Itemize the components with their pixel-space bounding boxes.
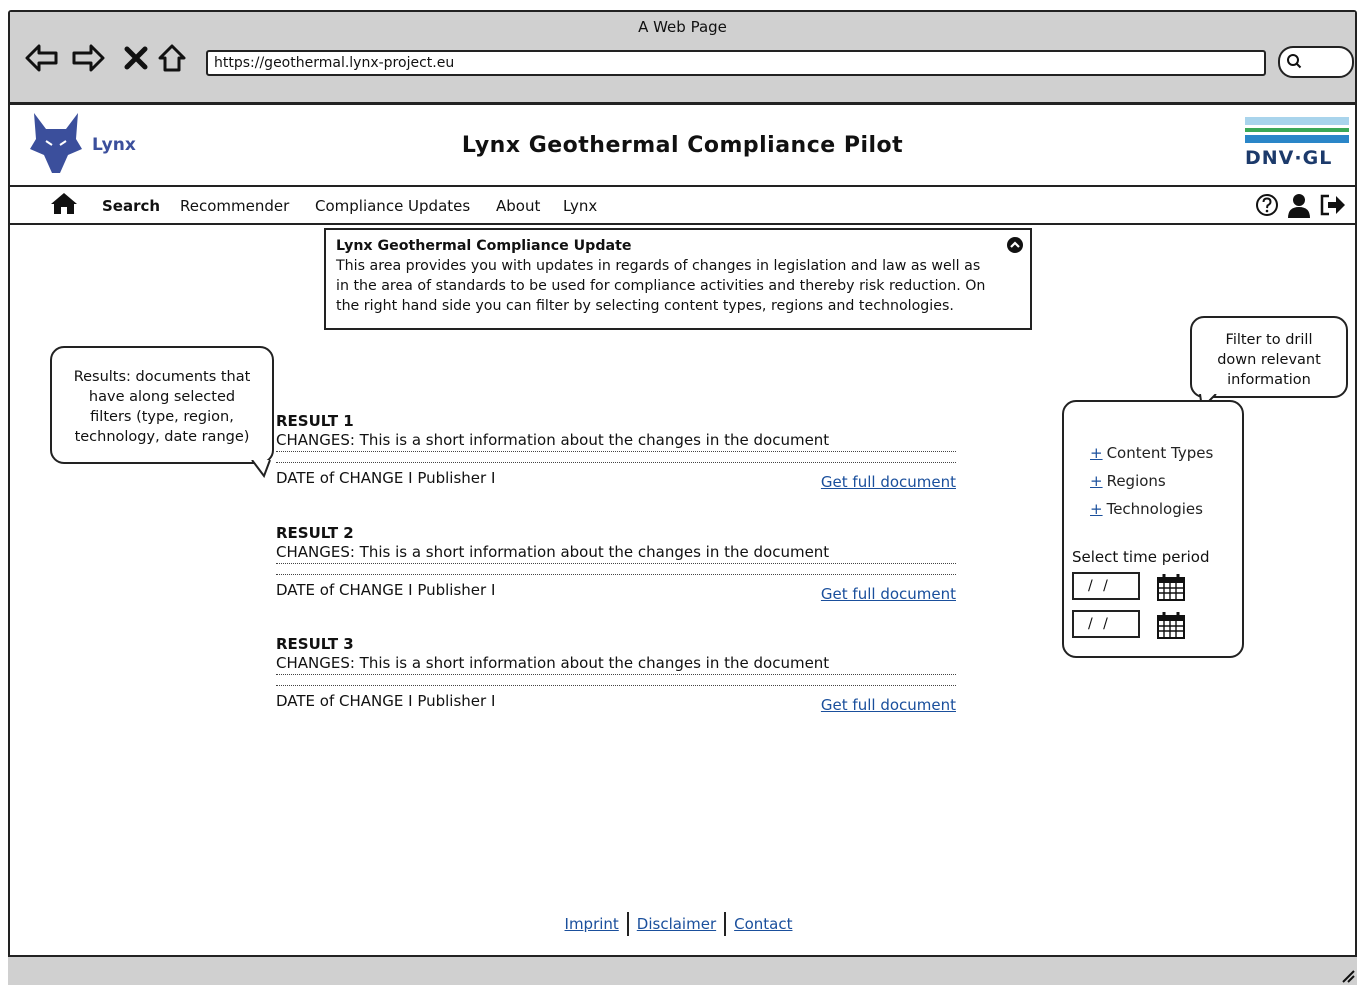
disclaimer-link[interactable]: Disclaimer: [629, 915, 724, 933]
window-title: A Web Page: [638, 18, 727, 36]
callout-line: Filter to drill: [1225, 332, 1313, 348]
result-meta: DATE of CHANGE I Publisher I: [276, 692, 496, 710]
calendar-icon[interactable]: [1156, 610, 1186, 640]
imprint-link[interactable]: Imprint: [557, 915, 627, 933]
forward-button[interactable]: [70, 40, 106, 76]
contact-link[interactable]: Contact: [726, 915, 800, 933]
logo-stripe: [1245, 128, 1349, 132]
expand-icon[interactable]: +: [1090, 500, 1103, 518]
callout-line: technology, date range): [74, 429, 250, 445]
get-full-document-link[interactable]: Get full document: [821, 585, 956, 603]
result-changes: CHANGES: This is a short information abo…: [276, 654, 956, 675]
result-meta: DATE of CHANGE I Publisher I: [276, 581, 496, 599]
home-button[interactable]: [154, 40, 190, 76]
browser-search-field[interactable]: [1278, 46, 1354, 78]
result-item: RESULT 3 CHANGES: This is a short inform…: [276, 635, 956, 714]
callout-line: filters (type, region,: [90, 409, 234, 425]
user-icon[interactable]: [1287, 193, 1311, 219]
filter-regions[interactable]: + Regions: [1090, 472, 1166, 490]
menu-item-about[interactable]: About: [496, 197, 540, 215]
stop-button[interactable]: [118, 40, 154, 76]
search-icon: [1287, 54, 1302, 69]
time-period-label: Select time period: [1072, 548, 1210, 566]
filter-technologies[interactable]: + Technologies: [1090, 500, 1203, 518]
url-text: https://geothermal.lynx-project.eu: [214, 55, 455, 71]
filter-label: Regions: [1106, 472, 1166, 490]
filter-content-types[interactable]: + Content Types: [1090, 444, 1213, 462]
partner-logo-text: DNV·GL: [1245, 147, 1333, 169]
result-meta: DATE of CHANGE I Publisher I: [276, 469, 496, 487]
expand-icon[interactable]: +: [1090, 444, 1103, 462]
result-meta-row: DATE of CHANGE I Publisher I Get full do…: [276, 581, 956, 603]
url-bar[interactable]: https://geothermal.lynx-project.eu: [206, 50, 1266, 76]
filter-panel: + Content Types + Regions + Technologies Se…: [1062, 400, 1244, 658]
results-callout: Results: documents that have along selec…: [50, 346, 274, 464]
site-header: Lynx Lynx Geothermal Compliance Pilot DN…: [10, 105, 1355, 187]
menu-item-recommender[interactable]: Recommender: [180, 197, 289, 215]
status-bar: [8, 955, 1357, 985]
filter-label: Content Types: [1106, 444, 1214, 462]
callout-tail: [251, 460, 271, 478]
result-item: RESULT 1 CHANGES: This is a short inform…: [276, 412, 956, 491]
main-menu: Search Recommender Compliance Updates Ab…: [10, 187, 1355, 225]
footer: Imprint Disclaimer Contact: [0, 912, 1357, 936]
expand-icon[interactable]: +: [1090, 472, 1103, 490]
callout-line: Results: documents that: [73, 369, 251, 385]
info-text-line: the right hand side you can filter by se…: [336, 298, 954, 314]
home-icon[interactable]: [50, 191, 78, 219]
callout-line: down relevant: [1217, 352, 1321, 368]
divider: [276, 564, 956, 575]
resize-grip-icon[interactable]: [1339, 967, 1355, 983]
back-button[interactable]: [24, 40, 60, 76]
get-full-document-link[interactable]: Get full document: [821, 696, 956, 714]
callout-line: have along selected: [88, 389, 236, 405]
divider: [276, 452, 956, 463]
result-title: RESULT 1: [276, 412, 354, 430]
menu-icons: [1255, 193, 1347, 219]
result-meta-row: DATE of CHANGE I Publisher I Get full do…: [276, 469, 956, 491]
info-text-line: This area provides you with updates in r…: [336, 258, 981, 274]
result-item: RESULT 2 CHANGES: This is a short inform…: [276, 524, 956, 603]
result-title: RESULT 2: [276, 524, 354, 542]
menu-item-search[interactable]: Search: [102, 197, 160, 215]
browser-chrome: A Web Page https://geothermal.lynx-proje…: [10, 12, 1355, 105]
get-full-document-link[interactable]: Get full document: [821, 473, 956, 491]
filter-callout: Filter to drill down relevant informatio…: [1190, 316, 1348, 398]
site-title: Lynx Geothermal Compliance Pilot: [461, 133, 904, 158]
menu-item-compliance-updates[interactable]: Compliance Updates: [315, 197, 470, 215]
collapse-icon[interactable]: [1006, 236, 1024, 254]
filter-label: Technologies: [1106, 500, 1203, 518]
help-icon[interactable]: [1255, 193, 1279, 217]
start-date-field[interactable]: / /: [1072, 572, 1140, 600]
result-changes: CHANGES: This is a short information abo…: [276, 431, 956, 452]
result-changes: CHANGES: This is a short information abo…: [276, 543, 956, 564]
logout-icon[interactable]: [1319, 193, 1347, 217]
end-date-field[interactable]: / /: [1072, 610, 1140, 638]
result-title: RESULT 3: [276, 635, 354, 653]
logo-stripe: [1245, 135, 1349, 143]
menu-item-lynx[interactable]: Lynx: [563, 197, 597, 215]
logo-stripe: [1245, 117, 1349, 125]
divider: [276, 675, 956, 686]
info-panel: Lynx Geothermal Compliance Update This a…: [324, 228, 1032, 330]
calendar-icon[interactable]: [1156, 572, 1186, 602]
info-text-line: in the area of standards to be used for …: [336, 278, 986, 294]
dnv-gl-logo: DNV·GL: [1245, 117, 1349, 179]
info-title: Lynx Geothermal Compliance Update: [336, 238, 632, 254]
result-meta-row: DATE of CHANGE I Publisher I Get full do…: [276, 692, 956, 714]
callout-line: information: [1227, 372, 1311, 388]
